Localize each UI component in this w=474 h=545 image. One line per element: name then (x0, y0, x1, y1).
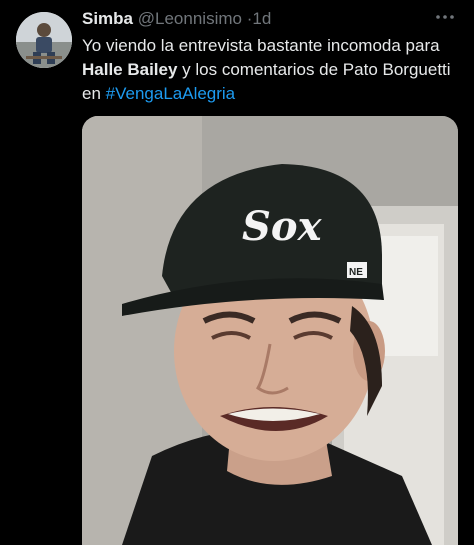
tweet: Simba @Leonnisimo ·1d Yo viendo la entre… (0, 0, 474, 545)
photo-man-in-cap: Sox NE (82, 116, 458, 545)
hashtag-link[interactable]: #VengaLaAlegria (106, 84, 236, 103)
author-handle[interactable]: @Leonnisimo (138, 9, 242, 28)
tweet-header: Simba @Leonnisimo ·1d (82, 9, 434, 29)
timestamp[interactable]: 1d (252, 9, 271, 28)
tweet-text: Yo viendo la entrevista bastante incomod… (82, 34, 462, 106)
mention-halle-bailey: Halle Bailey (82, 60, 178, 79)
tweet-media-photo[interactable]: Sox NE (82, 116, 458, 545)
author-name[interactable]: Simba (82, 9, 133, 28)
avatar-image (16, 12, 72, 68)
more-options-button[interactable] (434, 6, 456, 28)
tweet-text-part1: Yo viendo la entrevista bastante incomod… (82, 36, 440, 55)
ellipsis-icon (436, 15, 454, 19)
cap-logo: Sox (242, 203, 323, 250)
cap-brand-logo: NE (349, 267, 363, 278)
avatar[interactable] (16, 12, 72, 68)
